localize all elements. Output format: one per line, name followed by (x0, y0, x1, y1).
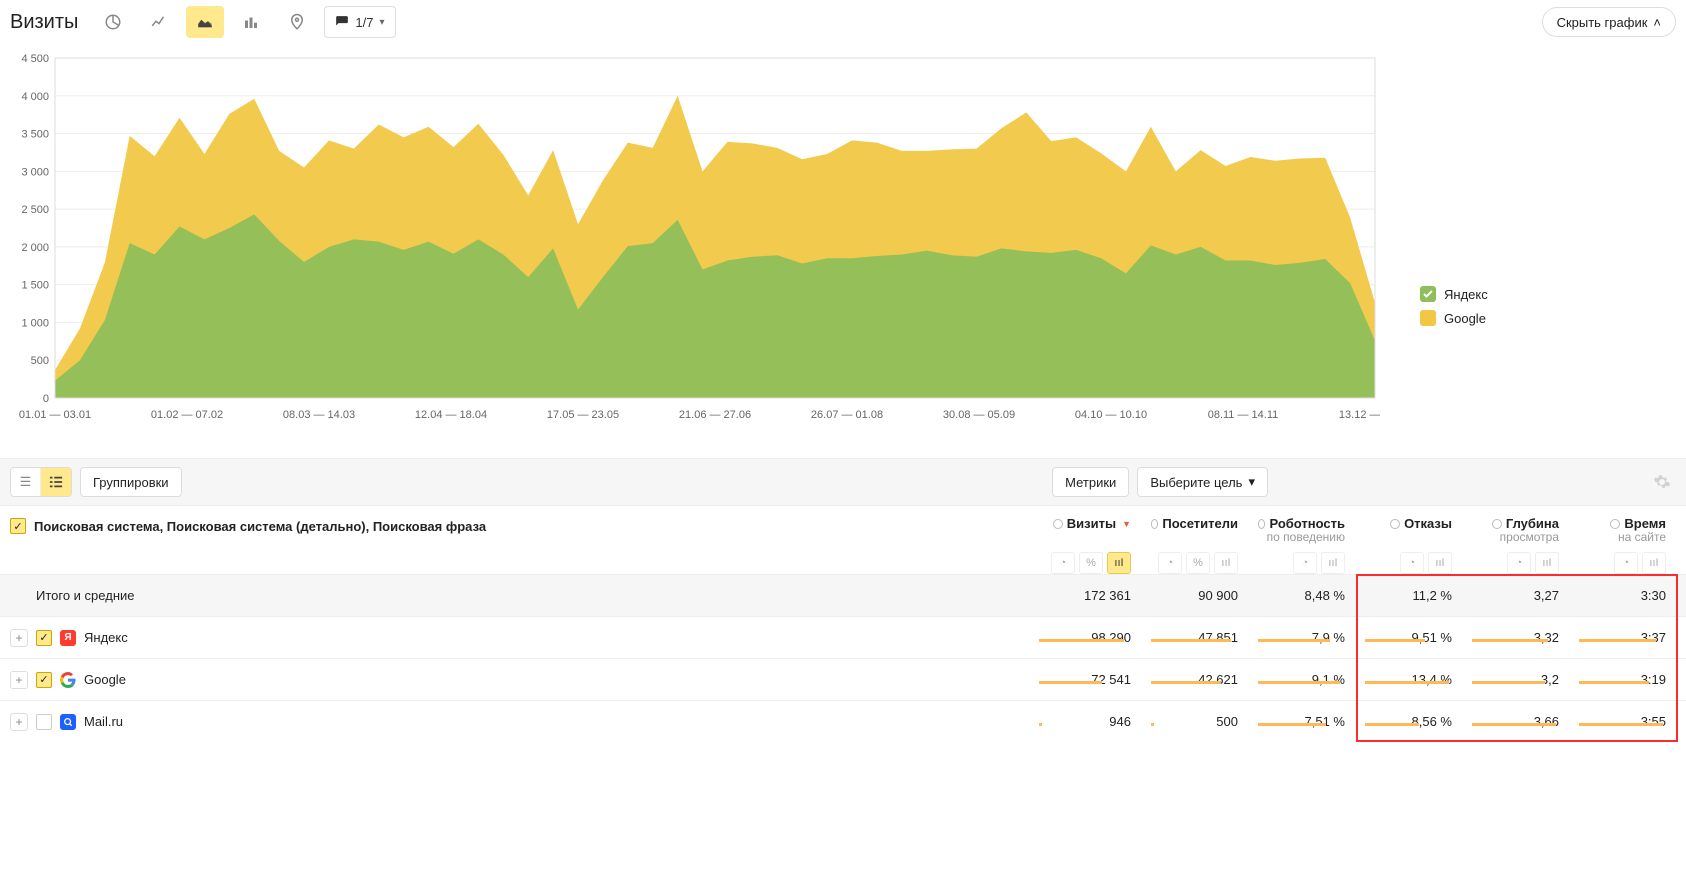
google-logo-icon (60, 672, 76, 688)
series-count-selector[interactable]: 1/7 ▾ (324, 6, 395, 38)
chevron-up-icon: ˄ (1653, 15, 1661, 30)
chart-type-area-icon[interactable] (186, 6, 224, 38)
svg-text:01.01 — 03.01: 01.01 — 03.01 (19, 409, 91, 421)
legend-item-yandex[interactable]: Яндекс (1420, 286, 1660, 302)
table-row-total: Итого и средние 172 361 90 900 8,48 % 11… (0, 574, 1686, 616)
view-pie-icon[interactable]: ◔ (1051, 552, 1075, 574)
mailru-logo-icon (60, 714, 76, 730)
svg-text:4 000: 4 000 (21, 91, 49, 103)
col-robots[interactable]: Роботность по поведению ◔ııI (1248, 516, 1355, 574)
svg-text:1 000: 1 000 (21, 317, 49, 329)
totals-label: Итого и средние (36, 588, 134, 603)
chart-type-map-icon[interactable] (278, 6, 316, 38)
row-checkbox[interactable] (36, 714, 52, 730)
view-tree-icon[interactable] (41, 468, 71, 496)
svg-text:08.03 — 14.03: 08.03 — 14.03 (283, 409, 355, 421)
panel-bar: ☰ Группировки Метрики Выберите цель▾ (0, 458, 1686, 506)
legend-label: Google (1444, 311, 1486, 326)
svg-text:3 500: 3 500 (21, 129, 49, 141)
toolbar: Визиты 1/7 ▾ Скрыть график ˄ (0, 0, 1686, 48)
yandex-logo-icon: Я (60, 630, 76, 646)
table-header: ✓ Поисковая система, Поисковая система (… (0, 506, 1686, 574)
svg-text:2 000: 2 000 (21, 242, 49, 254)
chart-type-line-icon[interactable] (140, 6, 178, 38)
dimension-checkbox[interactable]: ✓ (10, 518, 26, 534)
table-row: + ✓ Google 72 541 42 621 9,1 % 13,4 % 3,… (0, 658, 1686, 700)
series-count-label: 1/7 (355, 15, 373, 30)
col-bounce[interactable]: Отказы ◔ııI (1355, 516, 1462, 574)
data-table: Итого и средние 172 361 90 900 8,48 % 11… (0, 574, 1686, 742)
row-label[interactable]: Яндекс (84, 630, 128, 645)
hide-chart-button[interactable]: Скрыть график ˄ (1542, 7, 1676, 37)
view-pie-icon[interactable]: ◔ (1614, 552, 1638, 574)
table-row: + ✓ Я Яндекс 98 290 47 851 7,9 % 9,51 % … (0, 616, 1686, 658)
chevron-down-icon: ▾ (1248, 474, 1255, 490)
col-visits[interactable]: Визиты▼ ◔%ııI (1029, 516, 1141, 574)
col-time[interactable]: Время на сайте ◔ııI (1569, 516, 1676, 574)
view-list-icon[interactable]: ☰ (11, 468, 41, 496)
svg-text:21.06 — 27.06: 21.06 — 27.06 (679, 409, 751, 421)
col-visitors[interactable]: Посетители ◔%ııI (1141, 516, 1248, 574)
view-pie-icon[interactable]: ◔ (1507, 552, 1531, 574)
row-label[interactable]: Google (84, 672, 126, 687)
svg-text:500: 500 (31, 355, 49, 367)
row-label[interactable]: Mail.ru (84, 714, 123, 729)
legend-swatch-google (1420, 310, 1436, 326)
view-bar-icon[interactable]: ııI (1428, 552, 1452, 574)
svg-text:2 500: 2 500 (21, 204, 49, 216)
legend-label: Яндекс (1444, 287, 1488, 302)
chart-type-pie-icon[interactable] (94, 6, 132, 38)
sort-desc-icon: ▼ (1122, 519, 1131, 529)
row-checkbox[interactable]: ✓ (36, 630, 52, 646)
view-pct-icon[interactable]: % (1079, 552, 1103, 574)
svg-text:1 500: 1 500 (21, 280, 49, 292)
expand-button[interactable]: + (10, 713, 28, 731)
chart-legend: Яндекс Google (1380, 48, 1660, 428)
dimension-header: Поисковая система, Поисковая система (де… (34, 519, 486, 534)
svg-text:13.12 — 19.12: 13.12 — 19.12 (1339, 409, 1380, 421)
svg-text:04.10 — 10.10: 04.10 — 10.10 (1075, 409, 1147, 421)
page-title: Визиты (10, 11, 78, 34)
metrics-button[interactable]: Метрики (1052, 467, 1129, 497)
expand-button[interactable]: + (10, 629, 28, 647)
chart-type-bar-icon[interactable] (232, 6, 270, 38)
svg-text:3 000: 3 000 (21, 166, 49, 178)
chart-section: 0 500 1 000 1 500 2 000 2 500 3 000 3 500 4 000 4… (0, 48, 1686, 428)
svg-text:4 500: 4 500 (21, 53, 49, 65)
view-mode-group: ☰ (10, 467, 72, 497)
view-bar-icon[interactable]: ııI (1321, 552, 1345, 574)
svg-text:12.04 — 18.04: 12.04 — 18.04 (415, 409, 487, 421)
svg-text:30.08 — 05.09: 30.08 — 05.09 (943, 409, 1015, 421)
view-bar-icon[interactable]: ııI (1214, 552, 1238, 574)
table-row: + Mail.ru 946 500 7,51 % 8,56 % 3,66 3:5… (0, 700, 1686, 742)
settings-gear-icon[interactable] (1648, 468, 1676, 496)
view-pie-icon[interactable]: ◔ (1400, 552, 1424, 574)
expand-button[interactable]: + (10, 671, 28, 689)
view-pct-icon[interactable]: % (1186, 552, 1210, 574)
view-pie-icon[interactable]: ◔ (1293, 552, 1317, 574)
hide-chart-label: Скрыть график (1557, 15, 1648, 30)
legend-swatch-yandex (1420, 286, 1436, 302)
area-chart: 0 500 1 000 1 500 2 000 2 500 3 000 3 500 4 000 4… (10, 48, 1380, 428)
view-bar-icon[interactable]: ııI (1642, 552, 1666, 574)
col-depth[interactable]: Глубина просмотра ◔ııI (1462, 516, 1569, 574)
grouping-button[interactable]: Группировки (80, 467, 182, 497)
svg-text:0: 0 (43, 393, 49, 405)
legend-item-google[interactable]: Google (1420, 310, 1660, 326)
view-bar-icon[interactable]: ııI (1535, 552, 1559, 574)
svg-text:26.07 — 01.08: 26.07 — 01.08 (811, 409, 883, 421)
view-bar-icon[interactable]: ııI (1107, 552, 1131, 574)
svg-text:08.11 — 14.11: 08.11 — 14.11 (1208, 409, 1279, 421)
row-checkbox[interactable]: ✓ (36, 672, 52, 688)
chevron-down-icon: ▾ (379, 17, 384, 28)
svg-text:01.02 — 07.02: 01.02 — 07.02 (151, 409, 223, 421)
svg-text:17.05 — 23.05: 17.05 — 23.05 (547, 409, 619, 421)
goal-select[interactable]: Выберите цель▾ (1137, 467, 1268, 497)
view-pie-icon[interactable]: ◔ (1158, 552, 1182, 574)
